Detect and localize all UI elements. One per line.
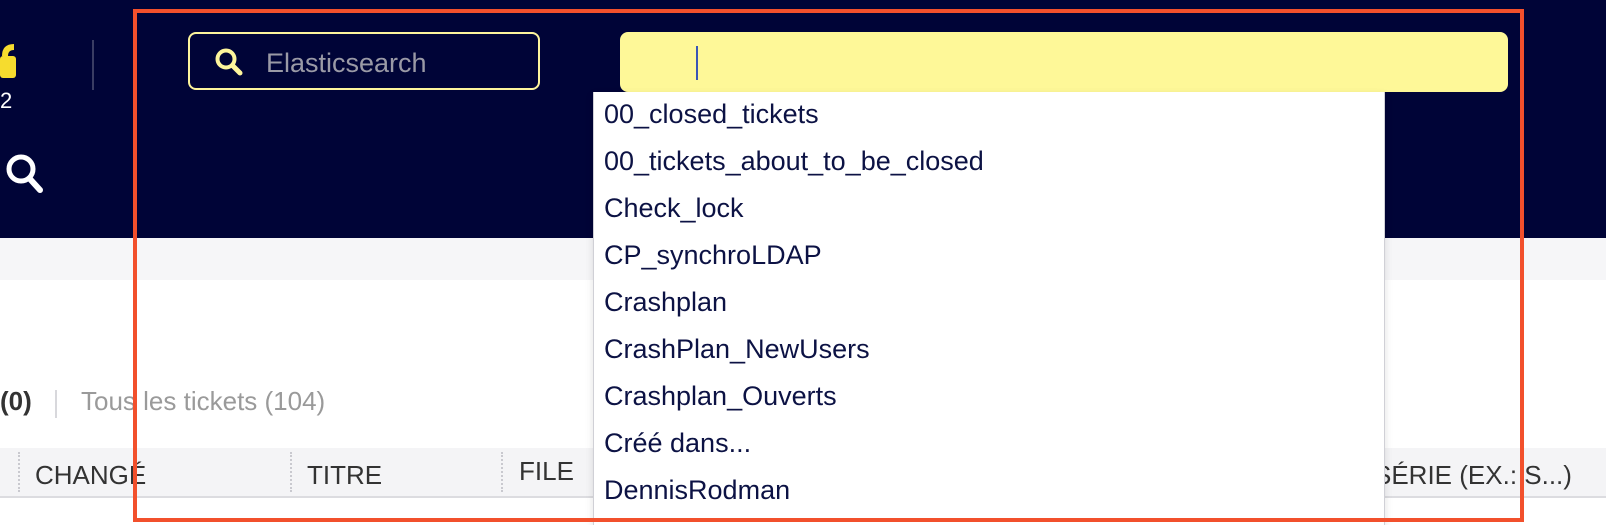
column-serial[interactable]: SÉRIE (EX.: S...): [1374, 460, 1572, 491]
filter-separator: [55, 390, 57, 418]
elasticsearch-search-box[interactable]: Elasticsearch: [188, 32, 540, 90]
dropdown-option[interactable]: Crashplan_Ouverts: [604, 381, 837, 412]
search-placeholder: Elasticsearch: [266, 48, 427, 78]
column-separator: [18, 452, 20, 492]
query-input[interactable]: [620, 32, 1508, 92]
my-tickets-count[interactable]: (0): [0, 386, 32, 417]
text-caret: [696, 46, 698, 80]
dropdown-option[interactable]: 00_closed_tickets: [604, 99, 819, 130]
lock-icon[interactable]: [0, 40, 16, 80]
search-icon[interactable]: [4, 152, 44, 194]
dropdown-option[interactable]: Créé dans...: [604, 428, 751, 459]
column-changed[interactable]: CHANGÉ: [35, 460, 146, 491]
dropdown-option[interactable]: Crashplan: [604, 287, 727, 318]
dropdown-option[interactable]: CP_synchroLDAP: [604, 240, 822, 271]
column-title[interactable]: TITRE: [307, 460, 382, 491]
dropdown-option[interactable]: 00_tickets_about_to_be_closed: [604, 146, 984, 177]
divider: [92, 40, 94, 90]
search-icon: [215, 48, 243, 76]
column-queue[interactable]: FILE: [519, 456, 574, 487]
lock-count: 2: [0, 88, 13, 113]
column-separator: [290, 452, 292, 492]
dropdown-option[interactable]: CrashPlan_NewUsers: [604, 334, 870, 365]
all-tickets-link[interactable]: Tous les tickets (104): [81, 386, 325, 417]
dropdown-option[interactable]: Check_lock: [604, 193, 744, 224]
autocomplete-dropdown: 00_closed_tickets 00_tickets_about_to_be…: [593, 92, 1385, 525]
dropdown-option[interactable]: DennisRodman: [604, 475, 790, 506]
column-separator: [501, 452, 503, 492]
